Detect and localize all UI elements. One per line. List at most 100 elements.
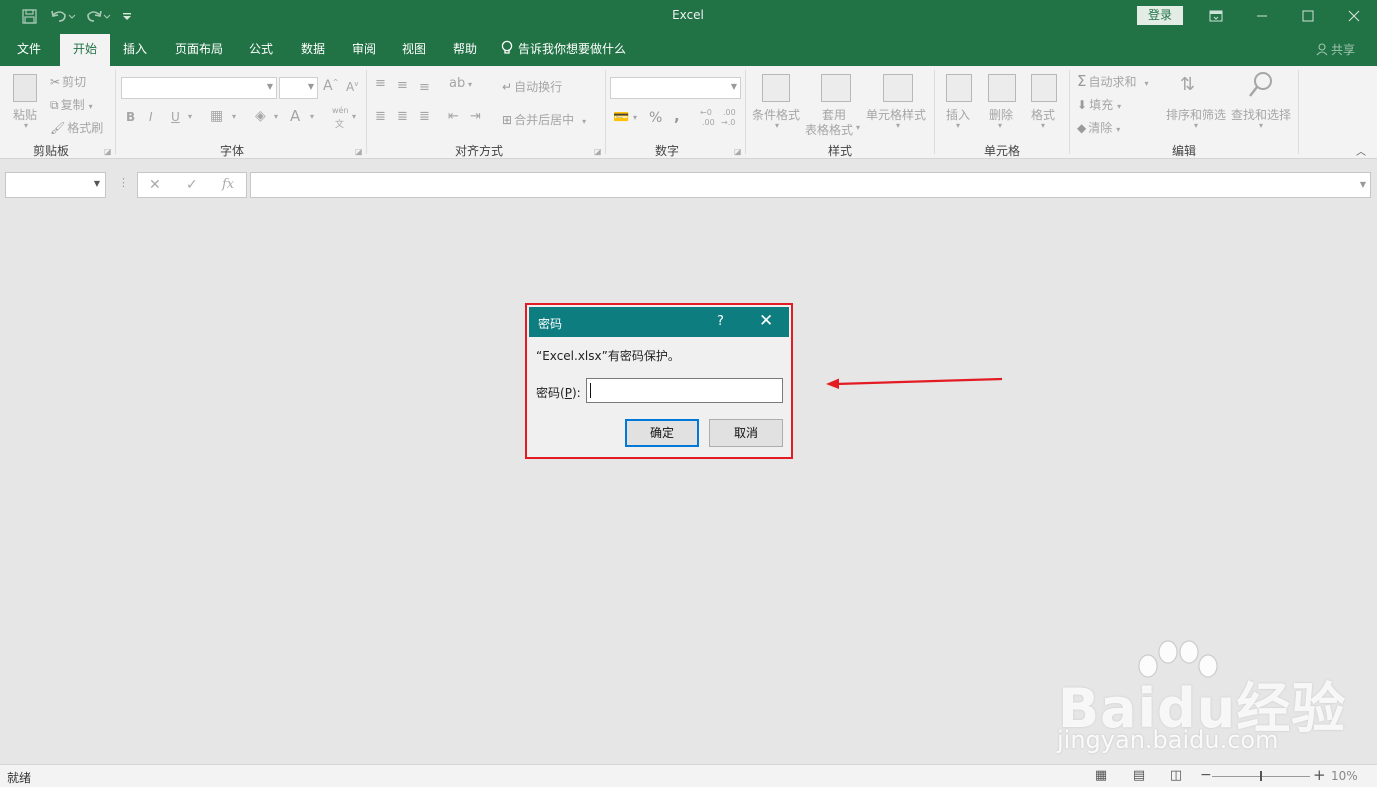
font-launcher-icon[interactable]: ◪	[355, 147, 363, 156]
sort-filter-icon[interactable]: ⇅	[1180, 74, 1195, 95]
minimize-icon[interactable]	[1239, 0, 1285, 32]
underline-dropdown-icon[interactable]: ▾	[188, 112, 192, 121]
collapse-ribbon-icon[interactable]: ︿	[1356, 143, 1366, 158]
find-select-dropdown-icon[interactable]: ▾	[1259, 121, 1263, 130]
cut-button[interactable]: ✂ 剪切	[50, 73, 86, 90]
currency-icon[interactable]: 💳	[613, 110, 629, 125]
align-middle-icon[interactable]: ≡	[397, 78, 408, 93]
expand-formula-bar-icon[interactable]: ▼	[1360, 180, 1366, 189]
decrease-decimal-top[interactable]: .00	[723, 108, 736, 117]
paste-dropdown-icon[interactable]: ▾	[24, 121, 28, 130]
zoom-out-icon[interactable]: −	[1200, 767, 1212, 783]
insert-cells-dropdown-icon[interactable]: ▾	[956, 121, 960, 130]
format-as-table-line2[interactable]: 表格格式	[805, 121, 853, 138]
tab-page-layout[interactable]: 页面布局	[166, 34, 232, 66]
name-box-dropdown-icon[interactable]: ▼	[94, 179, 100, 188]
cancel-button[interactable]: 取消	[709, 419, 783, 447]
borders-icon[interactable]: ▦	[210, 108, 223, 124]
save-icon[interactable]	[18, 6, 40, 26]
clear-button[interactable]: ◆ 清除 ▾	[1077, 119, 1120, 136]
clipboard-launcher-icon[interactable]: ◪	[104, 147, 112, 156]
conditional-formatting-dropdown-icon[interactable]: ▾	[775, 121, 779, 130]
font-color-dropdown-icon[interactable]: ▾	[310, 112, 314, 121]
insert-cells-icon[interactable]	[946, 74, 972, 102]
help-icon[interactable]: ?	[717, 314, 724, 329]
conditional-formatting-icon[interactable]	[762, 74, 790, 102]
format-cells-icon[interactable]	[1031, 74, 1057, 102]
copy-button[interactable]: ⧉ 复制 ▾	[50, 96, 93, 113]
decrease-decimal-bottom[interactable]: →.0	[721, 118, 735, 127]
orientation-icon[interactable]: ab	[449, 76, 465, 91]
format-painter-button[interactable]: 🖌 格式刷	[50, 119, 103, 136]
align-center-icon[interactable]: ≣	[397, 109, 408, 124]
redo-icon[interactable]	[83, 6, 113, 26]
align-right-icon[interactable]: ≣	[419, 109, 430, 124]
tell-me-box[interactable]: 告诉我你想要做什么	[500, 34, 640, 66]
ok-button[interactable]: 确定	[625, 419, 699, 447]
comma-button[interactable]: ,	[674, 107, 680, 125]
merge-center-button[interactable]: ⊞ 合并后居中 ▾	[502, 111, 586, 128]
increase-decimal-bottom[interactable]: .00	[702, 118, 715, 127]
cell-styles-dropdown-icon[interactable]: ▾	[896, 121, 900, 130]
tab-insert[interactable]: 插入	[114, 34, 156, 66]
ribbon-display-options-icon[interactable]	[1193, 0, 1239, 32]
delete-cells-dropdown-icon[interactable]: ▾	[998, 121, 1002, 130]
tab-data[interactable]: 数据	[292, 34, 334, 66]
font-name-combo[interactable]: ▼	[121, 77, 277, 99]
underline-button[interactable]: U	[171, 110, 180, 124]
sort-filter-dropdown-icon[interactable]: ▾	[1194, 121, 1198, 130]
cell-styles-icon[interactable]	[883, 74, 913, 102]
alignment-launcher-icon[interactable]: ◪	[594, 147, 602, 156]
share-button[interactable]: 共享	[1316, 41, 1355, 59]
zoom-in-icon[interactable]: +	[1313, 766, 1326, 784]
page-layout-view-icon[interactable]: ▤	[1131, 768, 1147, 783]
wrap-text-button[interactable]: ↵ 自动换行	[502, 78, 562, 95]
tab-formulas[interactable]: 公式	[240, 34, 282, 66]
tab-help[interactable]: 帮助	[444, 34, 486, 66]
font-size-combo[interactable]: ▼	[279, 77, 318, 99]
number-format-combo[interactable]: ▼	[610, 77, 741, 99]
enter-formula-icon[interactable]: ✓	[186, 177, 198, 193]
format-as-table-dropdown-icon[interactable]: ▾	[856, 123, 860, 132]
zoom-slider-thumb[interactable]	[1260, 771, 1262, 781]
formula-input[interactable]: ▼	[250, 172, 1371, 198]
zoom-level[interactable]: 10%	[1331, 769, 1358, 783]
fill-color-dropdown-icon[interactable]: ▾	[274, 112, 278, 121]
cancel-formula-icon[interactable]: ✕	[149, 177, 161, 193]
formula-bar-splitter-icon[interactable]: ⋮	[118, 176, 129, 189]
phonetic-guide-dropdown-icon[interactable]: ▾	[352, 112, 356, 121]
grow-font-button[interactable]: A^	[323, 78, 338, 94]
shrink-font-button[interactable]: Av	[346, 80, 358, 94]
maximize-icon[interactable]	[1285, 0, 1331, 32]
bold-button[interactable]: B	[126, 110, 135, 124]
password-input[interactable]	[586, 378, 783, 403]
percent-button[interactable]: %	[649, 110, 662, 126]
delete-cells-icon[interactable]	[988, 74, 1016, 102]
tab-file[interactable]: 文件	[8, 34, 50, 66]
close-icon[interactable]: ✕	[759, 311, 773, 331]
format-as-table-icon[interactable]	[821, 74, 851, 102]
currency-dropdown-icon[interactable]: ▾	[633, 113, 637, 122]
borders-dropdown-icon[interactable]: ▾	[232, 112, 236, 121]
font-color-button[interactable]: A	[290, 107, 300, 125]
phonetic-guide-char[interactable]: 文	[335, 117, 344, 130]
tab-home[interactable]: 开始	[60, 34, 110, 66]
italic-button[interactable]: I	[149, 110, 153, 124]
tab-review[interactable]: 审阅	[343, 34, 385, 66]
undo-icon[interactable]	[48, 6, 78, 26]
autosum-button[interactable]: Σ 自动求和 ▾	[1077, 72, 1149, 90]
login-button[interactable]: 登录	[1137, 6, 1183, 25]
increase-indent-icon[interactable]: ⇥	[470, 109, 481, 124]
close-window-icon[interactable]	[1331, 0, 1377, 32]
align-top-icon[interactable]: ≡	[375, 76, 386, 91]
orientation-dropdown-icon[interactable]: ▾	[468, 80, 472, 89]
normal-view-icon[interactable]: ▦	[1093, 768, 1109, 783]
fill-color-icon[interactable]: ◈	[255, 108, 266, 124]
number-launcher-icon[interactable]: ◪	[734, 147, 742, 156]
tab-view[interactable]: 视图	[393, 34, 435, 66]
format-cells-dropdown-icon[interactable]: ▾	[1041, 121, 1045, 130]
insert-function-icon[interactable]: fx	[222, 177, 234, 192]
customize-qat-icon[interactable]	[120, 6, 134, 26]
increase-decimal-top[interactable]: ←0	[700, 108, 712, 117]
magnifier-icon[interactable]	[1248, 71, 1274, 102]
